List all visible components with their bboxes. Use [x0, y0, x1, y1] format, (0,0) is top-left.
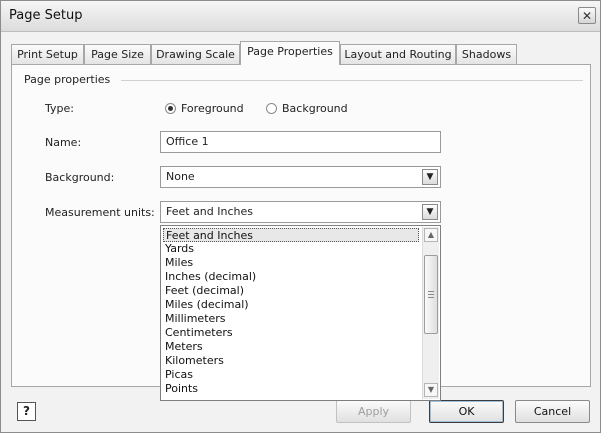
measurement-units-label: Measurement units: [45, 206, 155, 219]
scroll-thumb[interactable] [424, 255, 438, 334]
ok-button[interactable]: OK [429, 400, 504, 423]
chevron-down-icon[interactable]: ▼ [422, 169, 438, 185]
scroll-down-icon[interactable]: ▼ [424, 383, 438, 397]
tab-page-size[interactable]: Page Size [84, 44, 151, 64]
grip-line [428, 291, 434, 292]
name-input[interactable]: Office 1 [160, 131, 441, 153]
list-item[interactable]: Yards [163, 242, 419, 256]
list-item[interactable]: Centimeters [163, 326, 419, 340]
background-select-value: None [166, 170, 195, 183]
help-icon: ? [23, 404, 30, 418]
scroll-up-icon[interactable]: ▲ [424, 228, 438, 242]
chevron-down-icon[interactable]: ▼ [422, 204, 438, 220]
name-label: Name: [45, 136, 82, 149]
tab-page-properties[interactable]: Page Properties [240, 41, 340, 65]
list-item[interactable]: Points [163, 382, 419, 396]
list-item[interactable]: Picas [163, 368, 419, 382]
list-item[interactable]: Meters [163, 340, 419, 354]
window-title: Page Setup [9, 8, 83, 23]
apply-button[interactable]: Apply [336, 400, 411, 423]
cancel-button[interactable]: Cancel [515, 400, 590, 423]
title-bar: Page Setup ✕ [1, 1, 600, 32]
grip-line [428, 294, 434, 295]
list-item[interactable]: Feet (decimal) [163, 284, 419, 298]
list-item[interactable]: Feet and Inches [163, 228, 419, 242]
page-setup-dialog: Page Setup ✕ Print Setup Page Size Drawi… [0, 0, 601, 433]
list-item[interactable]: Miles [163, 256, 419, 270]
tab-drawing-scale[interactable]: Drawing Scale [151, 44, 240, 64]
close-button[interactable]: ✕ [578, 7, 596, 24]
foreground-radio-label[interactable]: Foreground [181, 102, 244, 115]
list-item[interactable]: Millimeters [163, 312, 419, 326]
grip-line [428, 297, 434, 298]
group-divider [121, 80, 583, 81]
type-label: Type: [45, 102, 74, 115]
measurement-units-value: Feet and Inches [166, 205, 253, 218]
list-item[interactable]: Kilometers [163, 354, 419, 368]
foreground-radio[interactable] [165, 103, 176, 114]
group-label-page-properties: Page properties [24, 73, 115, 86]
measurement-units-dropdown-list[interactable]: Feet and Inches Yards Miles Inches (deci… [160, 225, 441, 401]
tab-layout-and-routing[interactable]: Layout and Routing [340, 44, 456, 64]
close-icon: ✕ [581, 9, 593, 23]
list-item[interactable]: Miles (decimal) [163, 298, 419, 312]
background-radio[interactable] [266, 103, 277, 114]
list-scrollbar[interactable]: ▲ ▼ [422, 227, 439, 399]
background-select[interactable]: None ▼ [160, 166, 441, 188]
background-radio-label[interactable]: Background [282, 102, 348, 115]
help-button[interactable]: ? [17, 402, 36, 421]
tab-shadows[interactable]: Shadows [456, 44, 517, 64]
list-item[interactable]: Inches (decimal) [163, 270, 419, 284]
tab-print-setup[interactable]: Print Setup [11, 44, 84, 64]
background-label: Background: [45, 171, 115, 184]
measurement-units-select[interactable]: Feet and Inches ▼ [160, 201, 441, 223]
